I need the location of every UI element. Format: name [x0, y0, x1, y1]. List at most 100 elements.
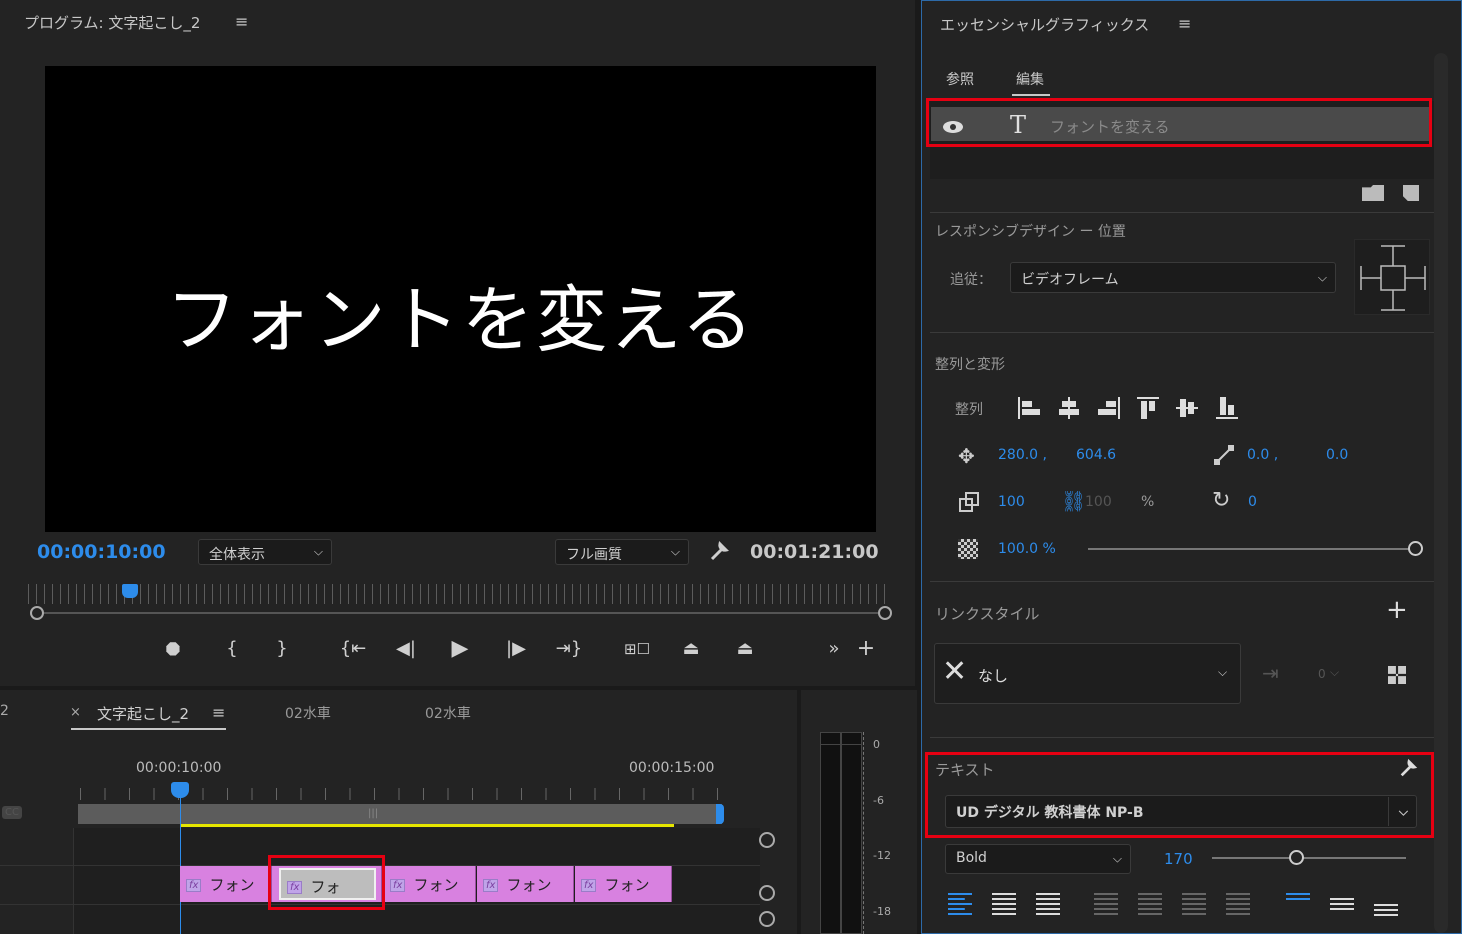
playhead-marker[interactable]	[171, 782, 189, 798]
scrollbar-track[interactable]	[1434, 53, 1448, 933]
zoom-handle-right[interactable]	[878, 606, 892, 620]
scroll-handle-icon[interactable]	[759, 885, 775, 901]
zoom-select[interactable]: 全体表示 ⌵	[198, 539, 332, 565]
scroll-handle-icon[interactable]	[759, 832, 775, 848]
active-tab-underline	[1012, 94, 1050, 96]
cc-track-label[interactable]: CC	[2, 806, 22, 819]
step-forward-icon[interactable]: |▶	[503, 638, 529, 659]
align-bottom-icon[interactable]	[1214, 395, 1240, 421]
add-button-icon[interactable]: +	[854, 636, 878, 661]
scroll-handle-icon[interactable]	[759, 911, 775, 927]
insert-icon[interactable]: ⊞☐	[620, 640, 654, 658]
scale-value[interactable]: 100	[998, 494, 1025, 510]
tab-browse[interactable]: 参照	[946, 69, 974, 89]
justify-left-icon[interactable]	[1094, 893, 1118, 915]
text-align-left-icon[interactable]	[948, 893, 972, 915]
close-icon[interactable]: ×	[70, 705, 81, 720]
chevron-down-icon: ⌵	[1317, 270, 1327, 284]
fx-badge-icon: fx	[483, 879, 499, 892]
align-right-icon[interactable]	[1096, 395, 1122, 421]
anchor-x-value[interactable]: 0.0 ,	[1247, 447, 1278, 463]
current-timecode[interactable]: 00:00:10:00	[37, 541, 166, 563]
meter-label: 0	[873, 738, 880, 751]
opacity-slider-track[interactable]	[1088, 548, 1414, 550]
tab-edit[interactable]: 編集	[1016, 69, 1044, 89]
duration-timecode: 00:01:21:00	[750, 541, 879, 563]
go-to-out-icon[interactable]: ⇥}	[554, 638, 584, 659]
align-middle-text-icon[interactable]	[1330, 898, 1354, 910]
tab-sequence-3[interactable]: 02水車	[425, 703, 471, 723]
align-top-icon[interactable]	[1135, 395, 1161, 421]
zoom-handle-left[interactable]	[30, 606, 44, 620]
add-marker-icon[interactable]: ⯃	[160, 640, 186, 661]
new-group-icon[interactable]	[1362, 185, 1384, 201]
panel-menu-icon[interactable]: ≡	[1178, 14, 1191, 33]
align-center-v-icon[interactable]	[1174, 395, 1200, 421]
panel-menu-icon[interactable]: ≡	[212, 703, 225, 722]
graphic-clip[interactable]: fx フォン	[180, 866, 272, 902]
zoom-bar[interactable]	[36, 612, 886, 614]
essential-graphics-title[interactable]: エッセンシャルグラフィックス	[940, 14, 1149, 35]
work-area-bar[interactable]	[78, 804, 722, 824]
font-size-value[interactable]: 170	[1164, 850, 1193, 868]
step-back-icon[interactable]: ◀|	[393, 638, 419, 659]
program-monitor-title[interactable]: プログラム: 文字起こし_2	[24, 12, 200, 33]
text-align-right-icon[interactable]	[1036, 893, 1060, 915]
opacity-slider-handle[interactable]	[1408, 541, 1423, 556]
align-section-title: 整列と変形	[935, 357, 1005, 373]
add-style-icon[interactable]: +	[1386, 595, 1408, 625]
follow-select[interactable]: ビデオフレーム ⌵	[1010, 262, 1336, 293]
more-controls-icon[interactable]: »	[822, 638, 846, 659]
link-chain-icon[interactable]: ⛓	[1061, 489, 1086, 513]
push-style-icon: ⇥	[1262, 661, 1279, 685]
position-y-value[interactable]: 604.6	[1076, 447, 1116, 463]
align-center-h-icon[interactable]	[1056, 395, 1082, 421]
work-area-grip[interactable]: |||	[368, 808, 378, 819]
position-x-value[interactable]: 280.0 ,	[998, 447, 1047, 463]
extract-icon[interactable]: ⏏	[728, 638, 762, 659]
go-to-in-icon[interactable]: {⇤	[338, 638, 368, 659]
justify-right-icon[interactable]	[1182, 893, 1206, 915]
align-left-icon[interactable]	[1016, 395, 1042, 421]
chevron-down-icon: ⌵	[1218, 665, 1228, 679]
graphic-clip[interactable]: fx フォン	[575, 866, 672, 902]
opacity-value[interactable]: 100.0 %	[998, 541, 1056, 557]
scrub-ruler[interactable]	[28, 584, 888, 604]
ruler-label: 00:00:15:00	[629, 760, 715, 776]
section-divider	[930, 212, 1434, 213]
tab-sequence-2[interactable]: 02水車	[285, 703, 331, 723]
follow-label: 追従：	[950, 272, 992, 288]
align-top-text-icon[interactable]	[1286, 893, 1310, 903]
pin-to-edges-icon[interactable]	[1354, 239, 1430, 315]
tab-sequence-active[interactable]: 文字起こし_2	[97, 703, 189, 724]
anchor-y-value[interactable]: 0.0	[1326, 447, 1348, 463]
grid-view-icon[interactable]	[1388, 666, 1406, 684]
text-section-highlight	[925, 752, 1434, 838]
work-area-end-marker[interactable]	[716, 804, 724, 824]
mark-in-icon[interactable]: {	[220, 638, 244, 659]
timeline-tab-prefix[interactable]: 2	[0, 703, 9, 719]
graphic-clip[interactable]: fx フォン	[384, 866, 476, 902]
quality-select[interactable]: フル画質 ⌵	[555, 539, 689, 565]
new-layer-icon[interactable]	[1403, 185, 1419, 201]
font-size-slider-track[interactable]	[1212, 857, 1406, 859]
play-icon[interactable]: ▶	[447, 636, 473, 661]
rotation-value[interactable]: 0	[1248, 494, 1257, 510]
video-title-text: フォントを変える	[165, 278, 756, 362]
justify-center-icon[interactable]	[1138, 893, 1162, 915]
panel-menu-icon[interactable]: ≡	[235, 12, 248, 31]
lift-icon[interactable]: ⏏	[674, 638, 708, 659]
responsive-section-title: レスポンシブデザイン ー 位置	[935, 224, 1126, 240]
font-style-select[interactable]: Bold ⌵	[945, 844, 1131, 874]
audio-meter-panel: 0 -6 -12 -18	[801, 690, 917, 934]
playhead-marker[interactable]	[122, 584, 138, 598]
text-align-center-icon[interactable]	[992, 893, 1016, 915]
align-bottom-text-icon[interactable]	[1374, 904, 1398, 916]
font-size-slider-handle[interactable]	[1289, 850, 1304, 865]
justify-all-icon[interactable]	[1226, 893, 1250, 915]
mark-out-icon[interactable]: }	[270, 638, 294, 659]
wrench-icon[interactable]	[708, 539, 732, 563]
section-divider	[930, 737, 1434, 738]
graphic-clip[interactable]: fx フォン	[477, 866, 574, 902]
section-divider	[930, 581, 1434, 582]
